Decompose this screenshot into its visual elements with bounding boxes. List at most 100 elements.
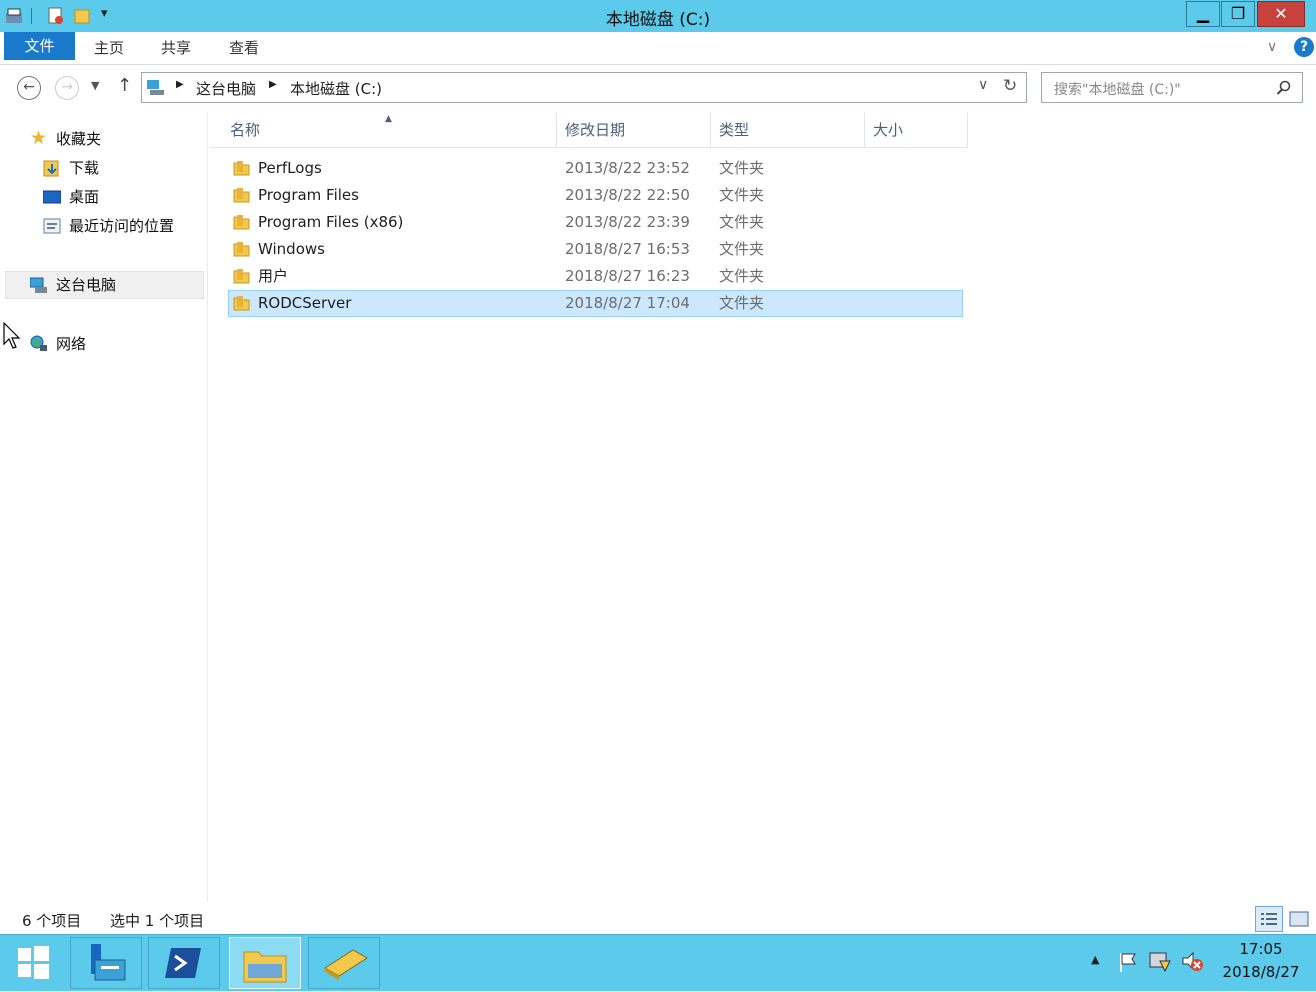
minimize-button[interactable]: ▁ (1186, 1, 1220, 27)
nav-item-recent[interactable]: 最近访问的位置 (43, 213, 174, 239)
expand-ribbon-icon[interactable]: ∨ (1267, 39, 1277, 55)
nav-item-favorites[interactable]: ★ 收藏夹 (30, 126, 101, 152)
back-button[interactable]: ← (17, 76, 41, 100)
column-type[interactable]: 类型 (711, 113, 865, 147)
speaker-muted-icon[interactable] (1180, 949, 1204, 973)
file-modified: 2013/8/22 23:52 (565, 159, 690, 177)
file-explorer-icon (243, 951, 287, 983)
powershell-icon (165, 948, 201, 978)
column-name[interactable]: 名称 ▲ (210, 113, 557, 147)
clock-date[interactable]: 2018/8/27 (1216, 963, 1306, 981)
file-modified: 2013/8/22 22:50 (565, 186, 690, 204)
refresh-icon[interactable]: ↻ (1003, 76, 1017, 96)
nav-item-this-pc[interactable]: 这台电脑 (30, 272, 116, 298)
file-row-selected[interactable]: RODCServer 2018/8/27 17:04 文件夹 (228, 290, 963, 317)
file-name: 用户 (258, 267, 289, 285)
taskbar: ▲ 17:05 2018/8/27 (0, 934, 1316, 991)
taskbar-powershell[interactable] (148, 937, 220, 989)
file-modified: 2018/8/27 16:53 (565, 240, 690, 258)
column-name-label: 名称 (230, 121, 261, 139)
nav-item-network[interactable]: 网络 (30, 331, 86, 357)
folder-icon (233, 188, 250, 203)
sort-ascending-icon: ▲ (385, 114, 392, 124)
address-history-chevron-icon[interactable]: ∨ (978, 77, 988, 93)
nav-item-label: 这台电脑 (56, 276, 117, 294)
folder-icon (233, 242, 250, 257)
breadcrumb-separator-icon[interactable]: ▶ (176, 79, 184, 90)
action-center-flag-icon[interactable] (1118, 951, 1138, 973)
tab-view[interactable]: 查看 (229, 32, 259, 64)
file-name: PerfLogs (258, 159, 322, 177)
nav-item-label: 最近访问的位置 (69, 217, 175, 235)
column-size[interactable]: 大小 (865, 113, 968, 147)
search-icon[interactable] (1276, 80, 1292, 96)
tab-home[interactable]: 主页 (94, 32, 124, 64)
file-row[interactable]: Program Files (x86) 2013/8/22 23:39 文件夹 (228, 209, 963, 236)
file-modified: 2018/8/27 16:23 (565, 267, 690, 285)
network-warning-icon[interactable] (1148, 949, 1172, 973)
clock-time[interactable]: 17:05 (1221, 940, 1301, 958)
details-view-button[interactable] (1255, 906, 1283, 932)
close-button[interactable]: ✕ (1257, 1, 1305, 27)
file-name: RODCServer (258, 294, 352, 312)
recent-places-icon (43, 218, 61, 234)
file-modified: 2013/8/22 23:39 (565, 213, 690, 231)
folder-icon (233, 269, 250, 284)
recent-locations-icon[interactable]: ▼ (91, 79, 99, 92)
column-modified[interactable]: 修改日期 (557, 113, 711, 147)
show-hidden-icons-icon[interactable]: ▲ (1091, 953, 1099, 966)
this-pc-small-icon (147, 80, 164, 95)
taskbar-file-explorer[interactable] (229, 937, 301, 989)
file-row[interactable]: Windows 2018/8/27 16:53 文件夹 (228, 236, 963, 263)
maximize-button[interactable]: ❐ (1221, 1, 1255, 27)
breadcrumb-this-pc[interactable]: 这台电脑 (196, 78, 256, 99)
selected-count: 选中 1 个项目 (110, 912, 205, 930)
navigation-pane: ★ 收藏夹 下载 桌面 最近访问的位置 这台电脑 网络 (0, 112, 208, 902)
file-type: 文件夹 (719, 186, 765, 204)
nav-item-label: 网络 (56, 335, 87, 353)
search-box[interactable]: 搜索"本地磁盘 (C:)" (1041, 72, 1303, 103)
this-pc-icon (30, 277, 47, 293)
forward-button[interactable]: → (55, 76, 79, 100)
nav-item-downloads[interactable]: 下载 (43, 155, 99, 181)
ribbon: 文件 主页 共享 查看 ∨ ? (0, 32, 1316, 65)
breadcrumb-separator-icon[interactable]: ▶ (269, 79, 277, 90)
nav-item-desktop[interactable]: 桌面 (43, 184, 99, 210)
network-icon (30, 335, 47, 351)
file-row[interactable]: 用户 2018/8/27 16:23 文件夹 (228, 263, 963, 290)
nav-item-label: 桌面 (69, 188, 100, 206)
book-app-icon (324, 949, 368, 980)
mouse-cursor-icon (3, 322, 21, 349)
start-button[interactable] (10, 943, 56, 983)
tab-file[interactable]: 文件 (4, 32, 75, 60)
address-row: ← → ▼ ↑ ▶ 这台电脑 ▶ 本地磁盘 (C:) ∨ ↻ 搜索"本地磁盘 (… (0, 66, 1316, 110)
title-bar[interactable]: ▾ 本地磁盘 (C:) ▁ ❐ ✕ (0, 0, 1316, 32)
nav-item-label: 收藏夹 (56, 130, 102, 148)
file-type: 文件夹 (719, 213, 765, 231)
file-type: 文件夹 (719, 294, 765, 312)
search-input[interactable]: 搜索"本地磁盘 (C:)" (1054, 79, 1181, 99)
folder-icon (233, 296, 250, 311)
star-icon: ★ (30, 127, 48, 149)
address-bar[interactable]: ▶ 这台电脑 ▶ 本地磁盘 (C:) ∨ ↻ (141, 72, 1027, 103)
file-modified: 2018/8/27 17:04 (565, 294, 690, 312)
large-icons-view-button[interactable] (1288, 908, 1310, 930)
taskbar-app[interactable] (308, 937, 380, 989)
help-icon[interactable]: ? (1294, 37, 1314, 57)
status-bar: 6 个项目 选中 1 个项目 (0, 904, 1316, 934)
taskbar-server-manager[interactable] (70, 937, 142, 989)
file-name: Program Files (x86) (258, 213, 404, 231)
breadcrumb-local-disk[interactable]: 本地磁盘 (C:) (290, 78, 382, 99)
large-icons-view-icon (1289, 911, 1309, 927)
file-name: Program Files (258, 186, 359, 204)
desktop-icon (43, 190, 61, 204)
up-button[interactable]: ↑ (117, 75, 132, 96)
file-name: Windows (258, 240, 325, 258)
tab-share[interactable]: 共享 (161, 32, 191, 64)
file-row[interactable]: PerfLogs 2013/8/22 23:52 文件夹 (228, 155, 963, 182)
file-type: 文件夹 (719, 240, 765, 258)
server-manager-icon (91, 944, 126, 981)
nav-item-label: 下载 (69, 159, 100, 177)
file-row[interactable]: Program Files 2013/8/22 22:50 文件夹 (228, 182, 963, 209)
column-header: 名称 ▲ 修改日期 类型 大小 (210, 113, 968, 148)
